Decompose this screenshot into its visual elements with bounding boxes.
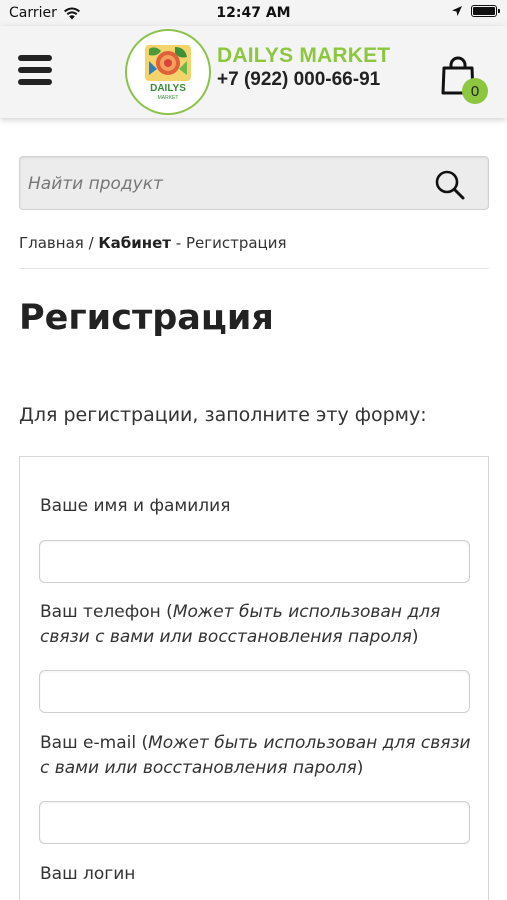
- form-intro-text: Для регистрации, заполните эту форму:: [19, 404, 427, 426]
- brand-name[interactable]: DAILYS MARKET: [217, 44, 390, 68]
- page-title: Регистрация: [19, 298, 274, 338]
- search-input[interactable]: [28, 169, 418, 199]
- search-icon: [435, 170, 465, 200]
- breadcrumb-divider: [19, 268, 489, 269]
- email-label-close: ): [356, 758, 364, 778]
- hamburger-menu-icon[interactable]: [18, 53, 52, 87]
- app-header: DAILYS MARKET DAILYS MARKET +7 (922) 000…: [0, 26, 507, 118]
- breadcrumb: Главная / Кабинет - Регистрация: [19, 234, 287, 252]
- phone-input[interactable]: [39, 670, 470, 713]
- breadcrumb-separator: /: [83, 234, 99, 252]
- breadcrumb-dash: -: [171, 234, 186, 252]
- search-button[interactable]: [434, 169, 466, 201]
- email-input[interactable]: [39, 801, 470, 844]
- name-label-text: Ваше имя и фамилия: [40, 496, 231, 516]
- login-label-text: Ваш логин: [40, 864, 136, 884]
- phone-field-label: Ваш телефон (Может быть использован для …: [40, 600, 480, 650]
- email-field-label: Ваш e-mail (Может быть использован для с…: [40, 731, 480, 781]
- status-right: [451, 5, 500, 17]
- logo-text: DAILYS: [150, 83, 186, 94]
- status-time: 12:47 AM: [216, 5, 291, 21]
- search-bar: [19, 156, 489, 210]
- name-field-label: Ваше имя и фамилия: [40, 494, 480, 519]
- breadcrumb-section-link[interactable]: Кабинет: [98, 234, 171, 252]
- brand-phone[interactable]: +7 (922) 000-66-91: [217, 69, 380, 91]
- breadcrumb-home-link[interactable]: Главная: [19, 234, 84, 252]
- status-bar: Carrier 12:47 AM: [0, 0, 507, 26]
- logo-subtext: MARKET: [158, 95, 179, 101]
- logo-emblem-icon: DAILYS MARKET: [145, 45, 191, 101]
- registration-form: Ваше имя и фамилия Ваш телефон (Может бы…: [19, 456, 489, 900]
- location-arrow-icon: [452, 6, 462, 16]
- name-input[interactable]: [39, 540, 470, 583]
- login-field-label: Ваш логин: [40, 862, 480, 887]
- cart-count-badge: 0: [462, 78, 488, 104]
- battery-icon: [471, 5, 500, 17]
- phone-label-close: ): [411, 627, 419, 647]
- phone-label-text: Ваш телефон (: [40, 602, 173, 622]
- cart-button[interactable]: 0: [440, 56, 488, 104]
- brand-logo[interactable]: DAILYS MARKET: [125, 29, 211, 115]
- breadcrumb-current: Регистрация: [185, 234, 287, 252]
- email-label-text: Ваш e-mail (: [40, 733, 149, 753]
